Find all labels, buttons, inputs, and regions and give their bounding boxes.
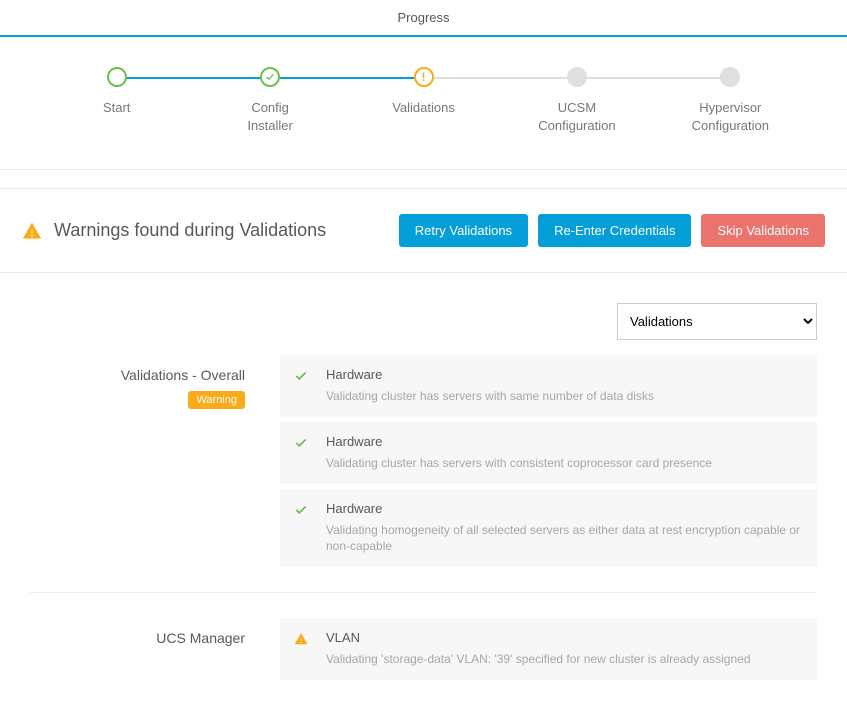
item-category: Hardware	[326, 367, 803, 382]
step-connector	[424, 77, 577, 79]
step-status-warn-icon	[414, 67, 434, 87]
step-connector	[117, 77, 270, 79]
section-title: UCS Manager	[30, 630, 245, 646]
warning-message: Warnings found during Validations	[54, 220, 326, 241]
section-ucs-manager: UCS Manager VLAN Validating 'storage-dat…	[30, 592, 817, 705]
checkmark-icon	[265, 72, 275, 82]
step-status-done-icon	[260, 67, 280, 87]
item-category: Hardware	[326, 434, 803, 449]
step-validations: Validations	[347, 67, 500, 117]
success-icon	[294, 503, 308, 517]
validation-item: Hardware Validating cluster has servers …	[280, 355, 817, 417]
item-description: Validating homogeneity of all selected s…	[326, 522, 803, 556]
step-connector	[577, 77, 730, 79]
step-connector	[270, 77, 423, 79]
warning-icon	[294, 632, 308, 646]
step-label: Validations	[392, 99, 455, 117]
success-icon	[294, 369, 308, 383]
reenter-credentials-button[interactable]: Re-Enter Credentials	[538, 214, 691, 247]
step-start: Start	[40, 67, 193, 117]
success-icon	[294, 436, 308, 450]
item-category: VLAN	[326, 630, 803, 645]
status-badge: Warning	[188, 391, 245, 409]
step-status-done-icon	[107, 67, 127, 87]
validation-item: Hardware Validating cluster has servers …	[280, 422, 817, 484]
skip-validations-button[interactable]: Skip Validations	[701, 214, 825, 247]
section-title: Validations - Overall	[30, 367, 245, 383]
step-label: Config Installer	[247, 99, 293, 134]
progress-stepper: Start Config Installer Validations UCSM …	[0, 37, 847, 170]
warning-actions: Retry Validations Re-Enter Credentials S…	[399, 214, 825, 247]
validation-item: VLAN Validating 'storage-data' VLAN: '39…	[280, 618, 817, 680]
page-header: Progress	[0, 0, 847, 37]
item-description: Validating cluster has servers with cons…	[326, 455, 803, 472]
validation-item: Hardware Validating homogeneity of all s…	[280, 489, 817, 568]
item-description: Validating 'storage-data' VLAN: '39' spe…	[326, 651, 803, 668]
view-select[interactable]: Validations	[617, 303, 817, 340]
item-category: Hardware	[326, 501, 803, 516]
step-status-pending-icon	[720, 67, 740, 87]
step-label: UCSM Configuration	[538, 99, 615, 134]
page-title: Progress	[397, 10, 449, 25]
warning-bar: Warnings found during Validations Retry …	[0, 188, 847, 273]
item-description: Validating cluster has servers with same…	[326, 388, 803, 405]
warning-icon	[22, 221, 42, 241]
step-label: Start	[103, 99, 130, 117]
retry-validations-button[interactable]: Retry Validations	[399, 214, 528, 247]
step-status-pending-icon	[567, 67, 587, 87]
section-validations-overall: Validations - Overall Warning Hardware V…	[0, 355, 847, 592]
filter-row: Validations	[0, 273, 847, 355]
step-label: Hypervisor Configuration	[692, 99, 769, 134]
